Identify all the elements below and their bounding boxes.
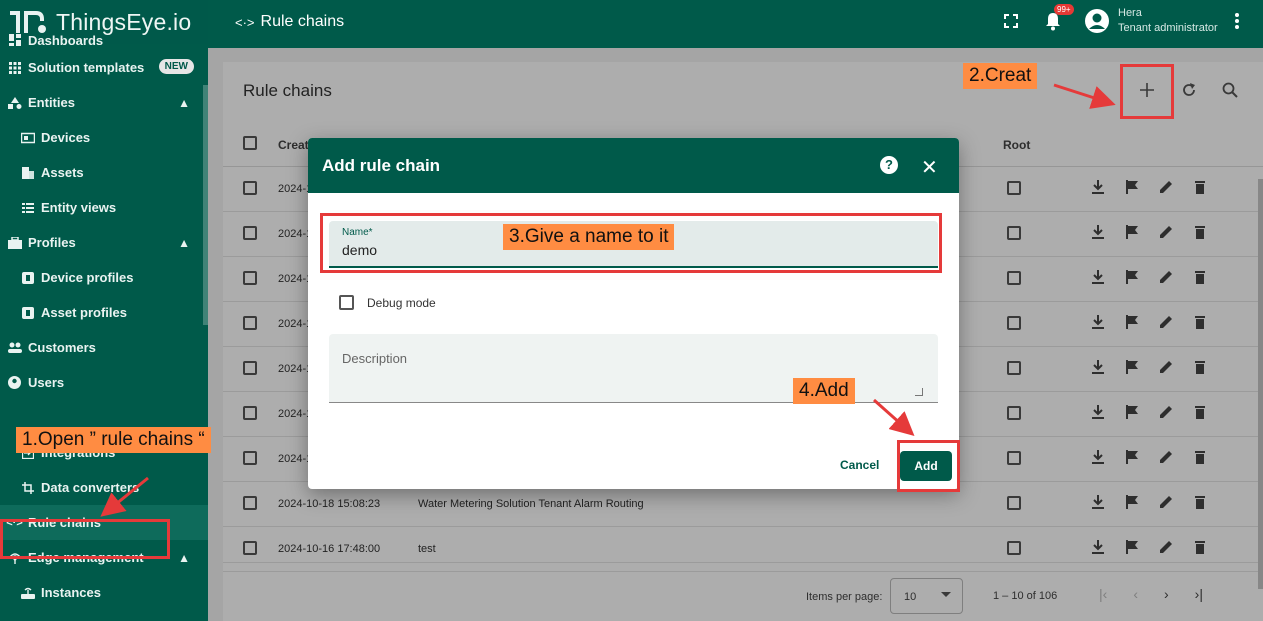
briefcase-icon	[7, 235, 22, 250]
sidebar-item-label: Profiles	[28, 235, 76, 250]
grid-icon	[7, 60, 22, 75]
list-icon	[20, 200, 35, 215]
sidebar-item-solution-templates[interactable]: Solution templates NEW	[0, 50, 208, 85]
sidebar-item-label: Users	[28, 375, 65, 390]
sidebar-item-label: Data converters	[41, 480, 140, 495]
fullscreen-icon[interactable]	[1003, 13, 1019, 29]
sidebar-item-device-profiles[interactable]: Device profiles	[0, 260, 208, 295]
sidebar-item-users[interactable]: Users	[0, 365, 208, 400]
breadcrumb: <·> Rule chains	[235, 13, 344, 31]
dashboard-icon	[7, 33, 22, 48]
notification-badge: 99+	[1054, 4, 1074, 15]
account-icon	[7, 375, 22, 390]
building-icon	[20, 165, 35, 180]
chevron-up-icon: ▲	[178, 95, 190, 110]
highlight-box-rule-chains	[0, 519, 170, 559]
user-name: Hera	[1118, 7, 1142, 19]
sidebar-item-label: Entity views	[41, 200, 117, 215]
sidebar-item-entities[interactable]: Entities ▲	[0, 85, 208, 120]
code-arrows-icon: <·>	[235, 14, 255, 30]
user-info[interactable]: Hera Tenant administrator	[1118, 6, 1218, 36]
resize-handle-icon[interactable]	[915, 388, 923, 396]
sidebar-item-label: Entities	[28, 95, 75, 110]
sidebar-item-data-converters[interactable]: Data converters	[0, 470, 208, 505]
transform-icon	[20, 480, 35, 495]
more-vert-icon[interactable]	[1232, 12, 1242, 30]
help-icon[interactable]: ?	[880, 156, 898, 174]
router-icon	[20, 585, 35, 600]
sidebar-item-label: Assets	[41, 165, 84, 180]
user-role: Tenant administrator	[1118, 22, 1218, 34]
sidebar-item-customers[interactable]: Customers	[0, 330, 208, 365]
sidebar-item-entity-views[interactable]: Entity views	[0, 190, 208, 225]
sidebar-item-label: Dashboards	[28, 32, 104, 48]
people-icon	[7, 340, 22, 355]
avatar[interactable]	[1084, 8, 1110, 34]
asset-profile-icon	[20, 305, 35, 320]
cancel-button[interactable]: Cancel	[840, 458, 879, 472]
highlight-box-add	[897, 440, 960, 492]
debug-mode-checkbox[interactable]: Debug mode	[339, 295, 436, 310]
annotation-step4: 4.Add	[793, 378, 855, 404]
annotation-step1: 1.Open ” rule chains “	[16, 427, 211, 453]
sidebar-item-instances[interactable]: Instances	[0, 575, 208, 610]
sidebar-item-label: Instances	[41, 585, 101, 600]
annotation-step3: 3.Give a name to it	[503, 224, 675, 250]
breadcrumb-label: Rule chains	[260, 13, 345, 30]
top-bar: <·> Rule chains 99+ Hera Tenant administ…	[208, 0, 1263, 48]
device-profile-icon	[20, 270, 35, 285]
sidebar-item-devices[interactable]: Devices	[0, 120, 208, 155]
sidebar-item-assets[interactable]: Assets	[0, 155, 208, 190]
sidebar-item-asset-profiles[interactable]: Asset profiles	[0, 295, 208, 330]
description-placeholder: Description	[342, 351, 408, 366]
dialog-title: Add rule chain	[322, 156, 441, 175]
debug-mode-label: Debug mode	[367, 295, 436, 310]
shapes-icon	[7, 95, 22, 110]
checkbox-box[interactable]	[339, 295, 354, 310]
close-icon[interactable]: ✕	[921, 155, 938, 180]
sidebar-item-label: Device profiles	[41, 270, 134, 285]
dialog-header: Add rule chain ? ✕	[308, 138, 959, 193]
chevron-up-icon: ▲	[178, 235, 190, 250]
sidebar-item-label: Solution templates	[28, 60, 145, 75]
add-rule-chain-dialog: Add rule chain ? ✕ Name* demo Debug mode…	[308, 138, 959, 489]
chevron-up-icon: ▲	[178, 550, 190, 565]
sidebar-item-label: Customers	[28, 340, 96, 355]
devices-icon	[20, 130, 35, 145]
highlight-box-create	[1120, 64, 1174, 119]
annotation-step2: 2.Creat	[963, 63, 1038, 89]
sidebar-item-label: Devices	[41, 130, 91, 145]
sidebar-item-label: Asset profiles	[41, 305, 127, 320]
new-badge: NEW	[158, 59, 194, 74]
sidebar-item-profiles[interactable]: Profiles ▲	[0, 225, 208, 260]
sidebar-item-dashboards[interactable]: Dashboards	[0, 30, 208, 50]
